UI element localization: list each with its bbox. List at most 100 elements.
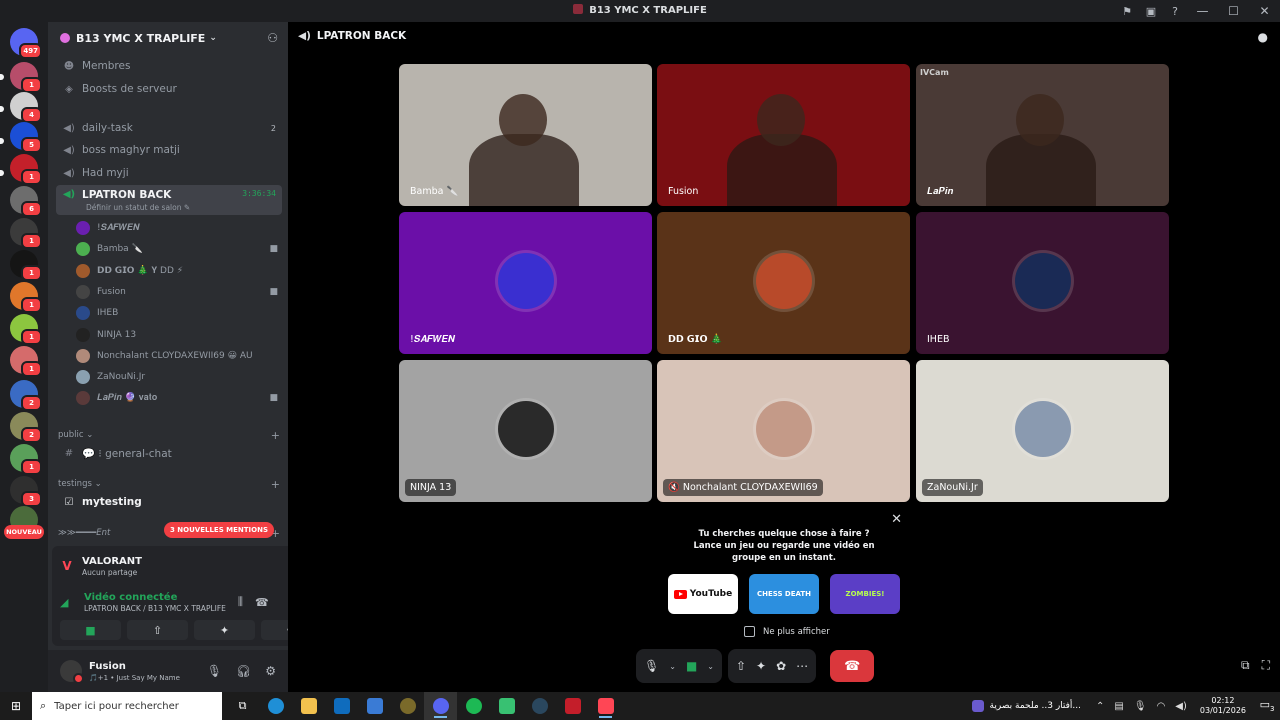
steam-icon[interactable] bbox=[523, 692, 556, 720]
wifi-icon[interactable]: ◠ bbox=[1157, 701, 1166, 712]
clock[interactable]: 02:12 03/01/2026 bbox=[1200, 696, 1246, 716]
chevron-down-icon[interactable]: ⌄ bbox=[669, 662, 676, 671]
dont-show-again[interactable]: Ne plus afficher bbox=[744, 626, 830, 637]
outlook-icon[interactable] bbox=[325, 692, 358, 720]
members-link[interactable]: ☻ Membres bbox=[56, 56, 282, 76]
chat-icon[interactable]: ● bbox=[1258, 30, 1268, 44]
voice-user[interactable]: Fusion ■ bbox=[76, 282, 282, 302]
discord-icon[interactable] bbox=[424, 692, 457, 720]
settings-gear-icon[interactable]: ⚙ bbox=[265, 664, 276, 678]
channel-had[interactable]: ◀) Had myji bbox=[56, 163, 282, 183]
username[interactable]: Fusion bbox=[89, 661, 180, 672]
avatar-tile[interactable]: NINJA 13 bbox=[399, 360, 652, 502]
maximize-button[interactable]: ☐ bbox=[1218, 0, 1249, 22]
spotify-icon[interactable] bbox=[457, 692, 490, 720]
server-icon[interactable]: 2 bbox=[10, 412, 42, 443]
home-button[interactable]: 497 bbox=[10, 28, 42, 59]
noise-suppression-icon[interactable]: ⫼ bbox=[238, 595, 243, 609]
server-header[interactable]: B13 YMC X TRAPLIFE ⌄ ⚇ bbox=[48, 22, 288, 54]
close-icon[interactable]: ✕ bbox=[891, 512, 902, 527]
more-icon[interactable]: ⋯ bbox=[796, 659, 808, 673]
video-tile[interactable]: IVCam 𝑳𝒂𝑷𝒊𝒏 bbox=[916, 64, 1169, 206]
camera-icon[interactable]: ■ bbox=[686, 659, 697, 673]
avatar-tile[interactable]: 🔇 Nonchalant CLOYDAXEWII69 bbox=[657, 360, 910, 502]
mic-icon[interactable]: 🎙︎ bbox=[207, 664, 222, 678]
boosts-link[interactable]: ◈ Boosts de serveur bbox=[56, 79, 282, 99]
voice-user[interactable]: 𝗗𝗗 𝗚𝗜𝗢 🎄 𝐘 DD ⚡ bbox=[76, 261, 282, 281]
voice-user[interactable]: ZaNouNi.Jr bbox=[76, 367, 282, 387]
windows-start-icon[interactable]: ⊞ bbox=[0, 692, 32, 720]
voice-user[interactable]: IHEB bbox=[76, 303, 282, 323]
fullscreen-icon[interactable]: ⛶ bbox=[1262, 658, 1270, 673]
channel-boss[interactable]: ◀) boss maghyr matji bbox=[56, 140, 282, 160]
task-view-icon[interactable]: ⧉ bbox=[226, 692, 259, 720]
help-icon[interactable]: ? bbox=[1163, 0, 1187, 22]
channel-general-chat[interactable]: # 💬 ⁝ general-chat bbox=[56, 443, 282, 463]
avatar-tile[interactable]: 𝗗𝗗 𝗚𝗜𝗢 🎄 bbox=[657, 212, 910, 354]
minimize-button[interactable]: — bbox=[1187, 0, 1218, 22]
chess-activity-card[interactable]: CHESS DEATH bbox=[749, 574, 819, 614]
play-icon[interactable] bbox=[490, 692, 523, 720]
zombies-activity-card[interactable]: ZOMBIES! bbox=[830, 574, 900, 614]
server-icon[interactable]: 5 bbox=[10, 122, 42, 153]
server-icon[interactable]: 6 bbox=[10, 186, 42, 217]
server-icon[interactable]: 4 bbox=[10, 92, 42, 123]
app-icon[interactable] bbox=[391, 692, 424, 720]
connection-status[interactable]: Vidéo connectée bbox=[84, 592, 226, 603]
valorant-icon[interactable] bbox=[589, 692, 622, 720]
mic-icon[interactable]: 🎙︎ bbox=[644, 659, 659, 673]
server-icon[interactable]: 2 bbox=[10, 380, 42, 411]
voice-user[interactable]: NINJA 13 bbox=[76, 325, 282, 345]
search-input[interactable]: ⌕ Taper ici pour rechercher bbox=[32, 692, 222, 720]
avatar[interactable] bbox=[60, 660, 84, 684]
youtube-activity-card[interactable]: YouTube bbox=[668, 574, 738, 614]
screen-share-button[interactable]: ⇧ bbox=[127, 620, 188, 640]
video-tile[interactable]: Fusion bbox=[657, 64, 910, 206]
soundboard-icon[interactable]: ✿ bbox=[776, 659, 786, 673]
server-icon[interactable]: 1 bbox=[10, 444, 42, 475]
hang-up-button[interactable]: ☎ bbox=[830, 650, 875, 682]
server-icon[interactable]: 1 bbox=[10, 346, 42, 377]
add-channel-icon[interactable]: + bbox=[271, 429, 280, 442]
category-public[interactable]: public ⌄ + bbox=[58, 428, 280, 442]
server-icon[interactable]: 1 bbox=[10, 62, 42, 93]
camera-button[interactable]: ■ bbox=[60, 620, 121, 640]
volume-icon[interactable]: ◀) bbox=[1175, 701, 1187, 712]
server-icon[interactable]: 1 bbox=[10, 250, 42, 281]
avatar-tile[interactable]: !𝑺𝑨𝑭𝑾𝑬𝑵 bbox=[399, 212, 652, 354]
edge-icon[interactable] bbox=[259, 692, 292, 720]
news-widget[interactable]: أفتار 3.. ملحمة بصرية... bbox=[990, 701, 1081, 711]
network-icon[interactable]: ▤ bbox=[1114, 701, 1123, 712]
notification-icon[interactable]: ▭3 bbox=[1254, 698, 1280, 713]
close-button[interactable]: ✕ bbox=[1249, 0, 1280, 22]
activities-button[interactable]: ✦ bbox=[194, 620, 255, 640]
new-mentions-pill[interactable]: 3 NOUVELLES MENTIONS bbox=[164, 522, 275, 538]
activities-icon[interactable]: ✦ bbox=[756, 659, 766, 673]
checkbox[interactable] bbox=[744, 626, 755, 637]
add-member-icon[interactable]: ⚇ bbox=[267, 31, 278, 45]
headphones-icon[interactable]: 🎧︎ bbox=[236, 664, 251, 678]
screen-share-icon[interactable]: ⇧ bbox=[736, 659, 746, 673]
screen-icon[interactable]: ▣ bbox=[1139, 0, 1163, 22]
channel-daily-task[interactable]: ◀) daily-task 2 bbox=[56, 118, 282, 138]
server-icon[interactable]: 3 bbox=[10, 476, 42, 507]
voice-user[interactable]: Bamba 🔪 ■ bbox=[76, 239, 282, 259]
category-testings[interactable]: testings ⌄ + bbox=[58, 477, 280, 491]
chevron-down-icon[interactable]: ⌄ bbox=[707, 662, 714, 671]
voice-user[interactable]: 𝑳𝒂𝑷𝒊𝒏 🔮 𝐯𝐚𝐭𝐨 ■ bbox=[76, 388, 282, 408]
channel-mytesting[interactable]: ☑ mytesting bbox=[56, 492, 282, 512]
video-tile[interactable]: Bamba 🔪 bbox=[399, 64, 652, 206]
channel-lpatron-back[interactable]: ◀) LPATRON BACK 3:36:34 Définir un statu… bbox=[56, 185, 282, 215]
app-icon[interactable] bbox=[556, 692, 589, 720]
connection-channel[interactable]: LPATRON BACK / B13 YMC X TRAPLIFE bbox=[84, 604, 226, 613]
voice-user[interactable]: !𝑺𝑨𝑭𝑾𝑬𝑵 bbox=[76, 218, 282, 238]
avatar-tile[interactable]: IHEB bbox=[916, 212, 1169, 354]
channel-status-prompt[interactable]: Définir un statut de salon ✎ bbox=[86, 203, 190, 212]
voice-user[interactable]: Nonchalant CLOYDAXEWII69 😀 AU bbox=[76, 346, 282, 366]
server-icon[interactable]: 1 bbox=[10, 282, 42, 313]
avatar-tile[interactable]: ZaNouNi.Jr bbox=[916, 360, 1169, 502]
disconnect-icon[interactable]: ☎ bbox=[255, 596, 269, 609]
mic-icon[interactable]: 🎙︎ bbox=[1134, 701, 1147, 712]
popout-icon[interactable]: ⧉ bbox=[1241, 658, 1250, 673]
chevron-up-icon[interactable]: ⌃ bbox=[1096, 701, 1104, 712]
